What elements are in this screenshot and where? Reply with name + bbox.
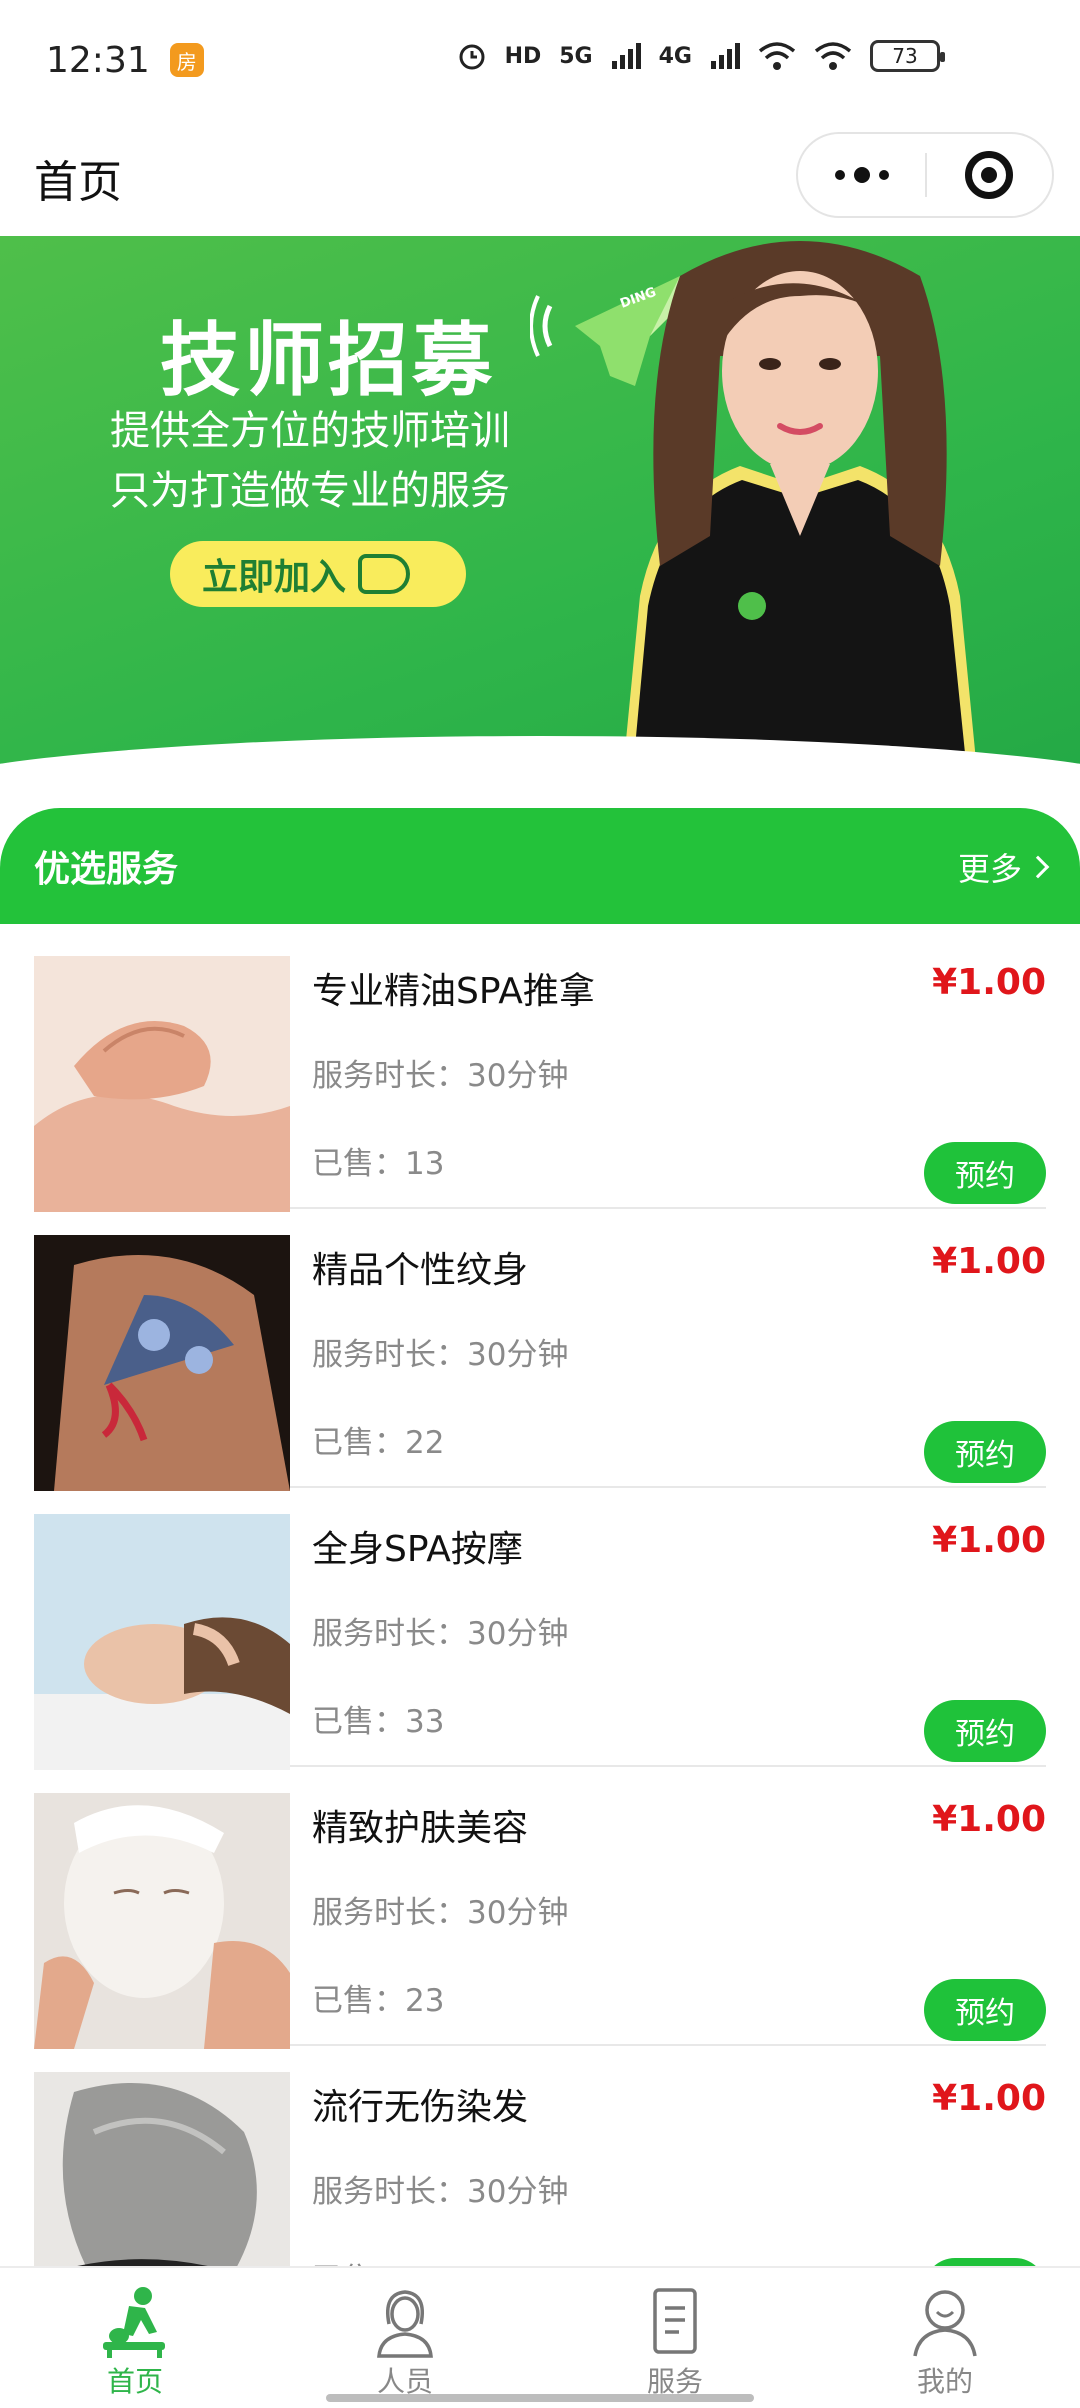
service-price: ¥1.00 [932,962,1046,1003]
service-sold: 已售：22 [312,1425,445,1461]
signal-icon-2 [711,43,740,69]
more-dot [853,167,870,183]
5g-label: 5G [559,43,593,69]
service-duration: 服务时长：30分钟 [312,1895,569,1931]
service-price: ¥1.00 [932,1799,1046,1840]
service-list: 专业精油SPA推拿 ¥1.00 服务时长：30分钟 已售：13 预约 精品个性纹… [0,930,1080,2266]
service-duration: 服务时长：30分钟 [312,2174,569,2210]
join-now-button[interactable]: 立即加入 [170,541,466,607]
service-thumbnail-massage [34,956,290,1212]
tab-label: 首页 [106,2365,163,2398]
bottom-tab-bar: 首页 人员 服务 我的 [0,2266,1080,2408]
featured-services-header: 优选服务 更多 [0,808,1080,924]
wifi-icon-2 [814,42,852,70]
tab-staff[interactable]: 人员 [270,2268,540,2408]
battery-indicator: 73 [870,40,945,72]
service-thumbnail-facial [34,1793,290,2049]
wifi-icon [758,42,796,70]
signal-icon [611,43,641,69]
service-price: ¥1.00 [932,2078,1046,2119]
service-duration: 服务时长：30分钟 [312,1616,569,1652]
recruit-banner[interactable]: 技师招募 DING 提供全方位的技师培训 只为打造做专业的服务 立即加入 [0,236,1080,802]
target-icon [965,151,1014,199]
more-options-button[interactable] [798,134,925,216]
carousel-dot-active[interactable] [540,764,564,771]
service-name: 流行无伤染发 [312,2087,529,2128]
service-item[interactable]: 精致护肤美容 ¥1.00 服务时长：30分钟 已售：23 预约 [34,1767,1046,2049]
document-icon [653,2288,697,2354]
hand-icon [358,554,411,594]
technician-photo [620,241,980,802]
more-link[interactable]: 更多 [957,844,1050,890]
book-button[interactable]: 预约 [924,1421,1046,1483]
miniprogram-capsule [796,132,1054,218]
service-item[interactable]: 流行无伤染发 ¥1.00 服务时长：30分钟 已售： 预约 [34,2046,1046,2266]
service-thumbnail-spa [34,1514,290,1770]
service-sold: 已售： [312,2254,405,2266]
hd-label: HD [504,43,542,69]
4g-label: 4G [658,43,692,69]
alarm-icon [459,44,485,70]
service-thumbnail-hair-dye [34,2072,290,2266]
book-button[interactable]: 预约 [924,1142,1046,1204]
home-indicator[interactable] [326,2394,754,2402]
more-dot [878,170,889,180]
banner-title: 技师招募 [160,314,496,407]
service-name: 精致护肤美容 [312,1808,529,1849]
service-name: 全身SPA按摩 [312,1529,523,1570]
carousel-indicator [506,764,564,771]
banner-subtitle-1: 提供全方位的技师培训 [110,408,510,454]
service-sold: 已售：33 [312,1704,445,1740]
carousel-dot[interactable] [506,764,530,771]
service-item[interactable]: 专业精油SPA推拿 ¥1.00 服务时长：30分钟 已售：13 预约 [34,930,1046,1212]
tab-mine[interactable]: 我的 [810,2268,1080,2408]
status-icons: HD 5G 4G 73 [457,40,945,72]
app-notification-icon: 房 [169,43,204,77]
join-now-label: 立即加入 [202,557,347,598]
chevron-right-icon [1026,855,1050,879]
banner-subtitle-2: 只为打造做专业的服务 [110,468,510,514]
section-title: 优选服务 [34,849,179,890]
book-button[interactable]: 预约 [924,2258,1046,2266]
user-icon [913,2290,977,2357]
service-name: 精品个性纹身 [312,1250,529,1291]
book-button[interactable]: 预约 [924,1979,1046,2041]
status-time: 12:31 [46,39,150,81]
tab-home[interactable]: 首页 [0,2268,270,2408]
service-sold: 已售：23 [312,1983,445,2019]
service-price: ¥1.00 [932,1241,1046,1282]
page-title: 首页 [34,156,122,208]
service-name: 专业精油SPA推拿 [312,971,595,1012]
book-button[interactable]: 预约 [924,1700,1046,1762]
service-price: ¥1.00 [932,1520,1046,1561]
status-bar: 12:31 房 HD 5G 4G 73 [0,0,1080,120]
tab-services[interactable]: 服务 [540,2268,810,2408]
service-thumbnail-tattoo [34,1235,290,1491]
staff-icon [377,2290,433,2358]
close-miniprogram-button[interactable] [927,134,1052,216]
tab-label: 我的 [916,2365,973,2398]
service-duration: 服务时长：30分钟 [312,1058,569,1094]
more-dot [834,170,845,180]
target-dot [981,167,998,183]
more-label: 更多 [957,850,1022,888]
service-item[interactable]: 精品个性纹身 ¥1.00 服务时长：30分钟 已售：22 预约 [34,1209,1046,1491]
nav-bar: 首页 [0,120,1080,235]
service-sold: 已售：13 [312,1146,445,1182]
service-duration: 服务时长：30分钟 [312,1337,569,1373]
home-massage-icon [103,2287,165,2358]
service-item[interactable]: 全身SPA按摩 ¥1.00 服务时长：30分钟 已售：33 预约 [34,1488,1046,1770]
